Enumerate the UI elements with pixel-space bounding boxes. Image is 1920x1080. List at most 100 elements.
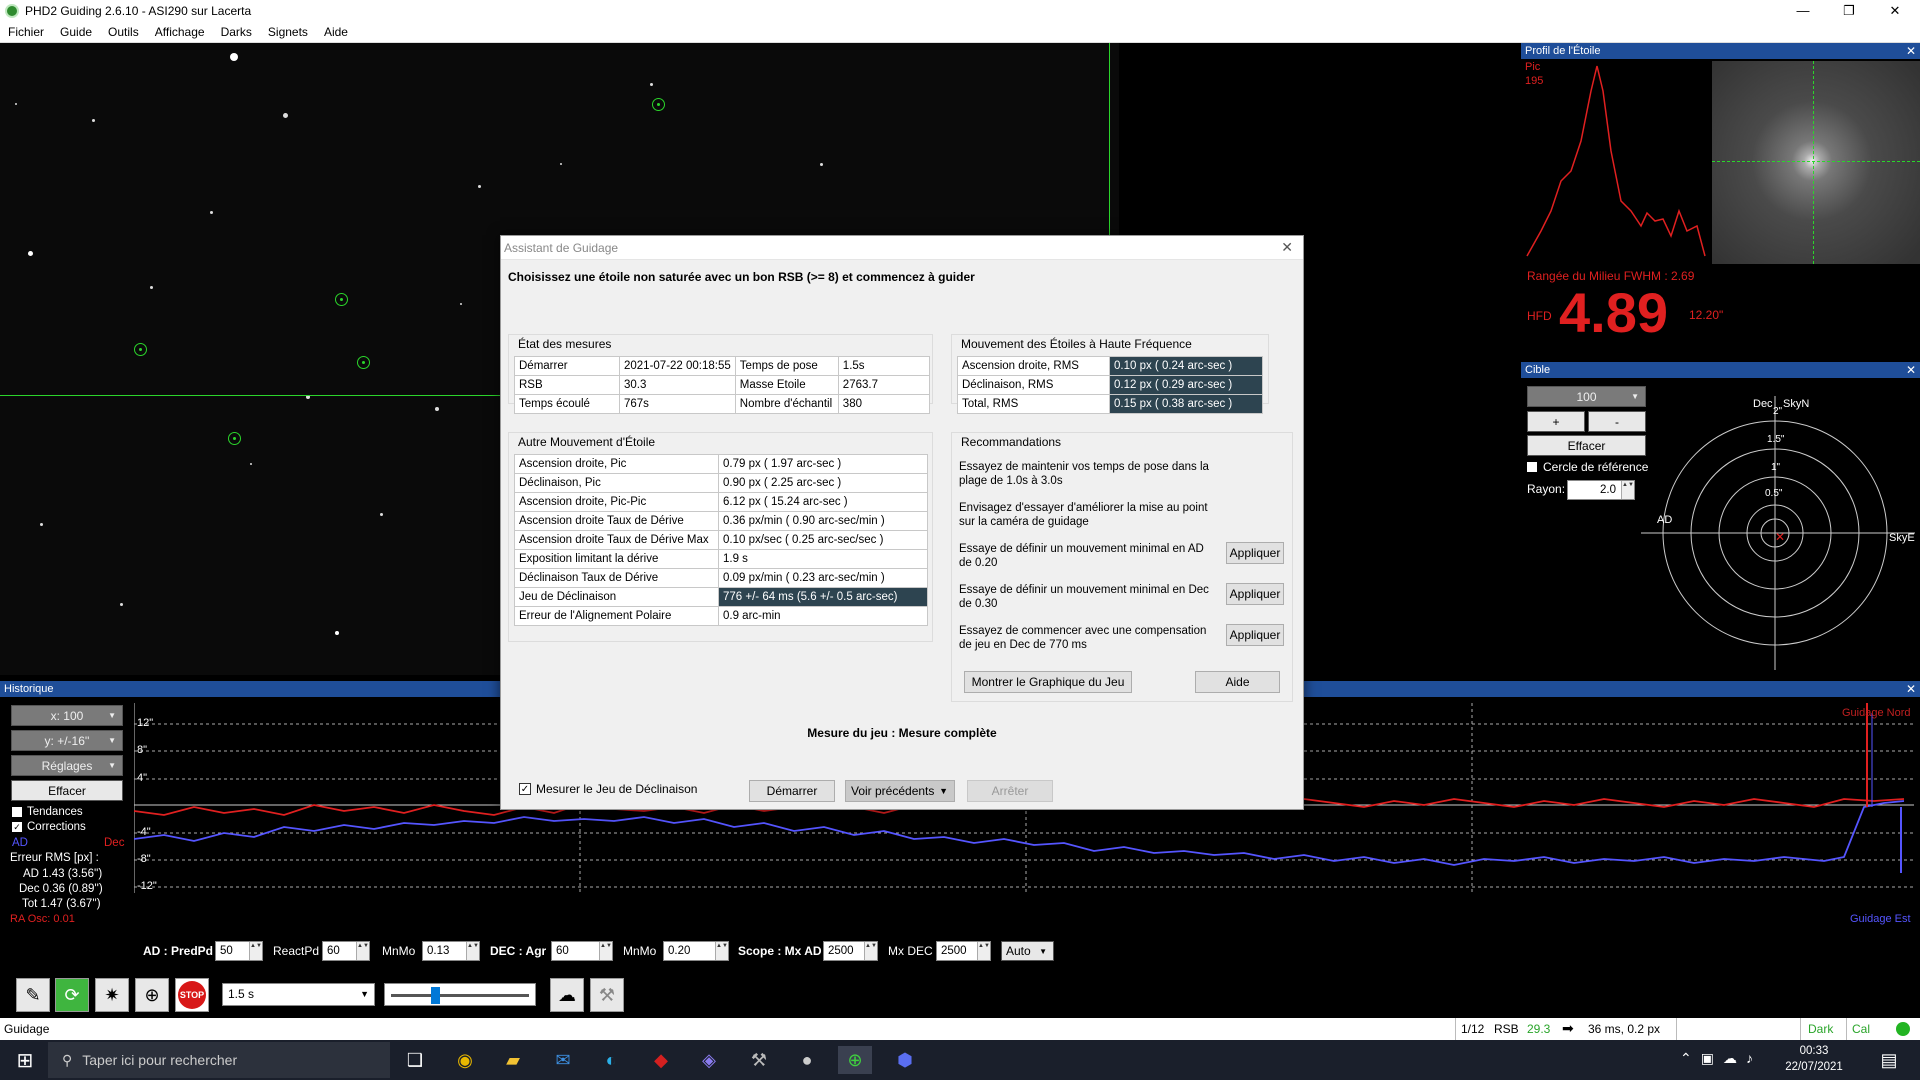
dec-agr-input[interactable]: 60: [551, 941, 613, 961]
clear-history-button[interactable]: Effacer: [11, 780, 123, 801]
close-window-button[interactable]: ✕: [1872, 0, 1918, 21]
app-icon-planet[interactable]: ●: [790, 1046, 824, 1074]
stop-button[interactable]: Arrêter: [967, 780, 1053, 802]
multistar-marker: [357, 356, 370, 369]
maximize-button[interactable]: ❐: [1826, 0, 1872, 21]
gamma-slider[interactable]: [384, 983, 536, 1006]
phd2-taskbar-icon[interactable]: ⊕: [838, 1046, 872, 1074]
notification-icon[interactable]: ▤: [1872, 1046, 1906, 1074]
app-icon-purple[interactable]: ◈: [692, 1046, 726, 1074]
show-backlash-graph-button[interactable]: Montrer le Graphique du Jeu: [964, 671, 1132, 693]
exposure-select[interactable]: 1.5 s ▼: [222, 983, 375, 1006]
chrome-icon[interactable]: ◉: [448, 1046, 482, 1074]
measure-backlash-checkbox[interactable]: ✓ Mesurer le Jeu de Déclinaison: [519, 782, 697, 796]
y-tick-label: 12": [137, 717, 154, 729]
minimize-button[interactable]: —: [1780, 0, 1826, 21]
ad-predpd-input[interactable]: 50: [215, 941, 263, 961]
clock-date[interactable]: 22/07/2021: [1784, 1061, 1844, 1073]
windows-start-icon[interactable]: ⊞: [8, 1046, 42, 1074]
arrow-right-icon: ➡: [1562, 1020, 1574, 1036]
brain-settings-icon[interactable]: ☁: [550, 978, 584, 1012]
table-row: Ascension droite, Pic-Pic 6.12 px ( 15.24…: [514, 492, 928, 512]
recommendation-text: Essaye de définir un mouvement minimal e…: [959, 584, 1209, 610]
table-row: Ascension droite, RMS 0.10 px ( 0.24 arc-…: [957, 356, 1263, 376]
menu-guide[interactable]: Guide: [52, 25, 100, 39]
menu-darks[interactable]: Darks: [213, 25, 260, 39]
x-scale-select[interactable]: x: 100 ▼: [11, 705, 123, 726]
hfd-arcsec: 12.20": [1689, 308, 1724, 322]
loop-exposure-icon[interactable]: ✎: [16, 978, 50, 1012]
apply-dec-min-move-button[interactable]: Appliquer: [1226, 583, 1284, 605]
clock-time[interactable]: 00:33: [1784, 1045, 1844, 1057]
ring-label: 1": [1771, 462, 1781, 473]
close-dialog-icon[interactable]: ✕: [1281, 239, 1293, 256]
y-tick-label: 4": [137, 772, 148, 784]
phd2-app-icon: [5, 3, 19, 18]
mnmo-ra-input[interactable]: 0.13: [422, 941, 480, 961]
multistar-marker: [228, 432, 241, 445]
status-rsb-value: 29.3: [1527, 1022, 1551, 1036]
tools-icon[interactable]: ⚒: [590, 978, 624, 1012]
panel-title: Historique: [4, 683, 54, 695]
edge-icon[interactable]: ◐: [594, 1046, 628, 1074]
stop-icon[interactable]: STOP: [175, 978, 209, 1012]
close-icon[interactable]: ✕: [1906, 362, 1916, 378]
auto-select[interactable]: Auto ▼: [1001, 941, 1054, 961]
mxdec-input[interactable]: 2500: [936, 941, 991, 961]
connection-status-icon: [1896, 1022, 1910, 1036]
clear-target-button[interactable]: Effacer: [1527, 435, 1646, 456]
system-tray-icons[interactable]: ⌃▣☁♪: [1680, 1050, 1762, 1067]
taskbar-search[interactable]: ⚲ Taper ici pour rechercher: [48, 1042, 390, 1078]
y-tick-label: 8": [137, 744, 148, 756]
start-button[interactable]: Démarrer: [749, 780, 835, 802]
profile-curve: [1526, 65, 1706, 257]
apply-backlash-comp-button[interactable]: Appliquer: [1226, 624, 1284, 646]
app-icon-tools[interactable]: ⚒: [742, 1046, 776, 1074]
star-profile-panel: Profil de l'Étoile ✕ Pic 195 Rangée du Mi…: [1521, 43, 1920, 361]
target-scale-select[interactable]: 100 ▼: [1527, 386, 1646, 407]
mail-icon[interactable]: ✉: [546, 1046, 580, 1074]
measurement-status-title: État des mesures: [518, 337, 612, 351]
menu-aide[interactable]: Aide: [316, 25, 356, 39]
loop-icon[interactable]: ⟳: [55, 978, 89, 1012]
menu-affichage[interactable]: Affichage: [147, 25, 213, 39]
rms-tot: Tot 1.47 (3.67''): [22, 898, 101, 910]
view-previous-button[interactable]: Voir précédents ▼: [845, 780, 955, 802]
reactpd-input[interactable]: 60: [322, 941, 370, 961]
menu-outils[interactable]: Outils: [100, 25, 147, 39]
ad-predpd-label: AD : PredPd: [143, 944, 214, 958]
window-title: PHD2 Guiding 2.6.10 - ASI290 sur Lacerta: [25, 3, 252, 18]
corrections-checkbox[interactable]: ✓ Corrections: [12, 821, 86, 833]
table-row: Déclinaison Taux de Dérive 0.09 px/min ( …: [514, 568, 928, 588]
search-icon: ⚲: [62, 1051, 73, 1068]
trends-checkbox[interactable]: Tendances: [12, 806, 83, 818]
radius-input[interactable]: 2.0: [1567, 480, 1635, 500]
app-icon-red[interactable]: ◆: [644, 1046, 678, 1074]
auto-select-star-icon[interactable]: ✷: [95, 978, 129, 1012]
multistar-marker: [652, 98, 665, 111]
zoom-in-button[interactable]: +: [1527, 411, 1585, 432]
close-icon[interactable]: ✕: [1906, 43, 1916, 59]
guide-target-icon[interactable]: ⊕: [135, 978, 169, 1012]
menu-fichier[interactable]: Fichier: [0, 25, 52, 39]
mnmo-dec-input[interactable]: 0.20: [663, 941, 729, 961]
app-icon-cube[interactable]: ⬢: [888, 1046, 922, 1074]
settings-select[interactable]: Réglages ▼: [11, 755, 123, 776]
high-frequency-title: Mouvement des Étoiles à Haute Fréquence: [961, 337, 1192, 351]
apply-ra-min-move-button[interactable]: Appliquer: [1226, 542, 1284, 564]
y-scale-select[interactable]: y: +/-16'' ▼: [11, 730, 123, 751]
dec-axis-label: Dec: [1753, 398, 1773, 410]
dialog-instruction: Choisissez une étoile non saturée avec u…: [508, 270, 975, 284]
scope-mxad-input[interactable]: 2500: [823, 941, 878, 961]
radius-label: Rayon:: [1527, 482, 1566, 496]
task-view-icon[interactable]: ❑: [398, 1046, 432, 1074]
mxdec-label: Mx DEC: [888, 944, 933, 958]
help-button[interactable]: Aide: [1195, 671, 1280, 693]
file-explorer-icon[interactable]: ▰: [496, 1046, 530, 1074]
menu-signets[interactable]: Signets: [260, 25, 316, 39]
menu-bar: Fichier Guide Outils Affichage Darks Sig…: [0, 21, 1920, 43]
close-icon[interactable]: ✕: [1906, 681, 1916, 697]
table-row: Erreur de l'Alignement Polaire 0.9 arc-mi…: [514, 606, 928, 626]
other-motion-title: Autre Mouvement d'Étoile: [518, 435, 656, 449]
table-row: Ascension droite, Pic 0.79 px ( 1.97 arc-…: [514, 454, 928, 474]
